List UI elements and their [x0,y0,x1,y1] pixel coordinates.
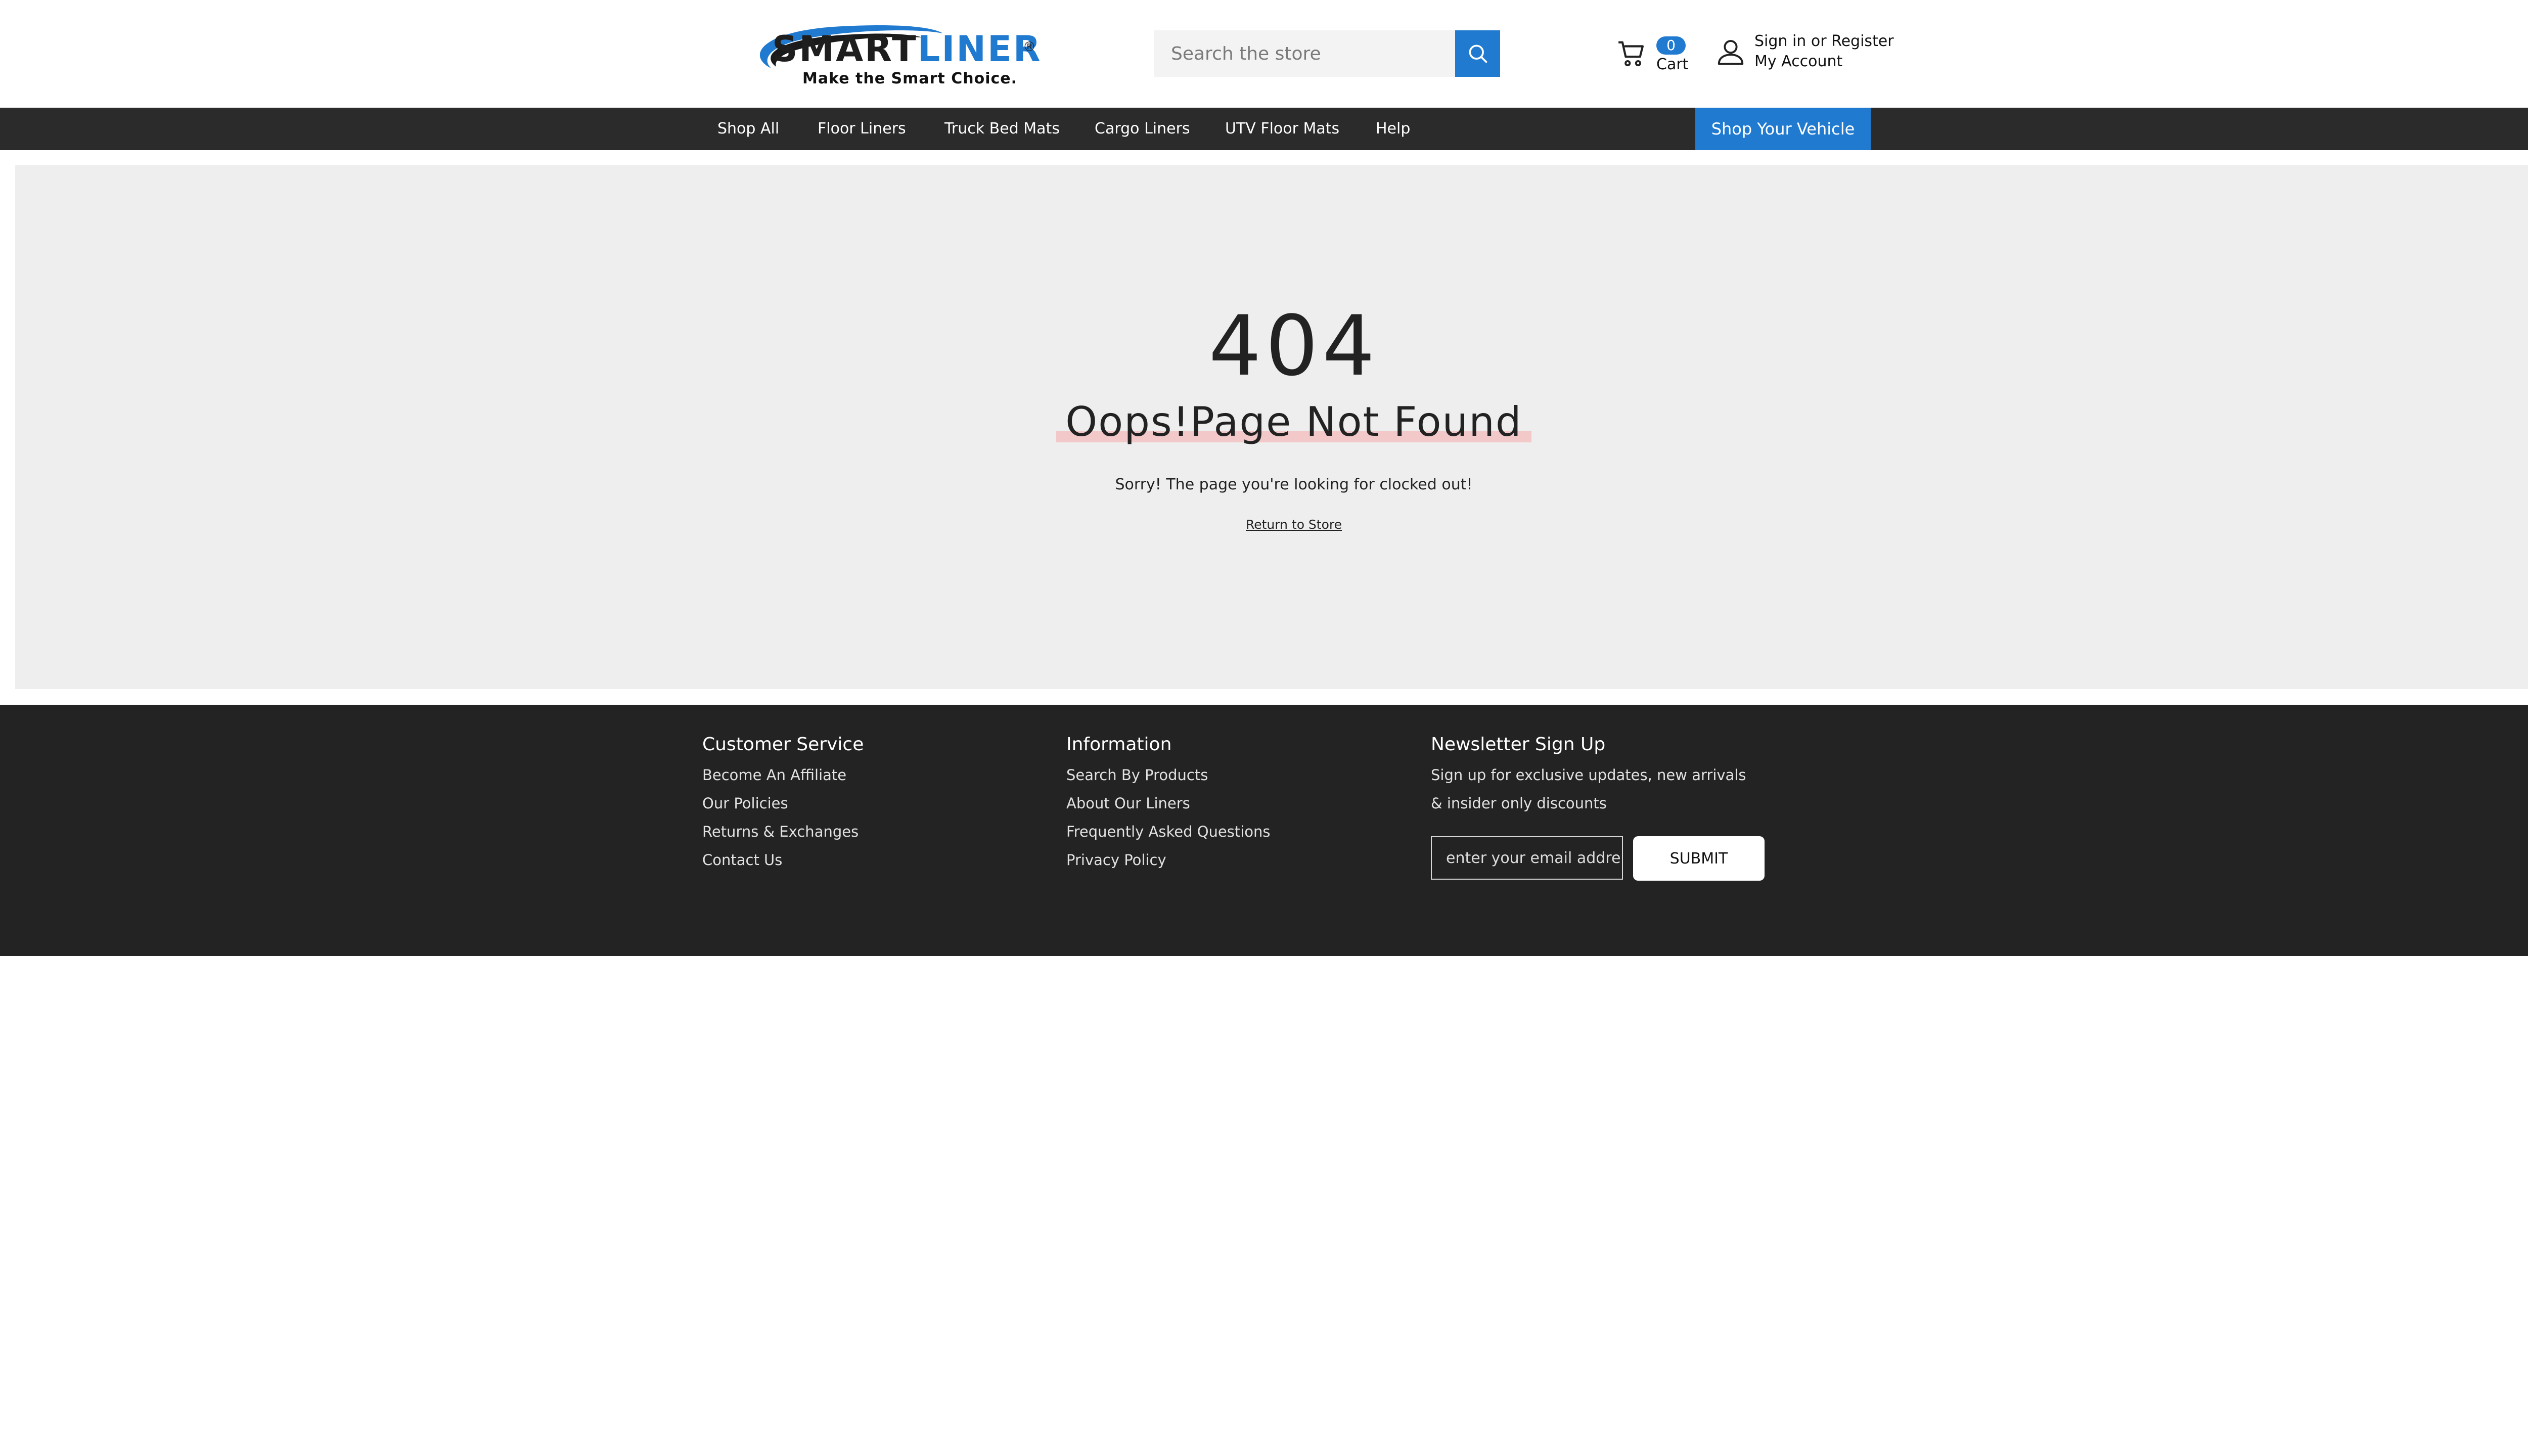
cart-button[interactable]: 0 Cart [1616,33,1692,74]
shop-your-vehicle-button[interactable]: Shop Your Vehicle [1695,108,1871,150]
error-heading: Oops!Page Not Found [1056,402,1531,442]
error-heading-wrap: Oops!Page Not Found [15,402,2528,442]
error-code: 404 [1208,298,1379,394]
nav-item-shop-all[interactable]: Shop All [717,108,779,150]
footer-heading-newsletter: Newsletter Sign Up [1431,734,1606,755]
nav-item-truck-bed-mats[interactable]: Truck Bed Mats [944,108,1060,150]
smartliner-logo[interactable]: SMARTLINER ® Make the Smart Choice. [741,20,1042,88]
return-to-store-link[interactable]: Return to Store [15,517,2528,532]
account-link[interactable]: Sign in or Register My Account [1715,31,1897,77]
footer-link-privacy[interactable]: Privacy Policy [1066,846,1271,874]
footer-information: Information Search By Products About Our… [1066,734,1271,874]
cart-count-badge: 0 [1656,36,1686,55]
footer-link-faq[interactable]: Frequently Asked Questions [1066,817,1271,846]
error-message: Sorry! The page you're looking for clock… [1115,476,1473,493]
footer-customer-service: Customer Service Become An Affiliate Our… [702,734,864,874]
site-header: SMARTLINER ® Make the Smart Choice. 0 Ca… [0,0,2528,108]
footer-heading-customer-service: Customer Service [702,734,864,755]
nav-item-floor-liners[interactable]: Floor Liners [818,108,906,150]
cart-icon [1618,41,1644,67]
sign-in-register-link[interactable]: Sign in or Register [1754,32,1894,50]
logo-registered-mark: ® [1023,39,1036,55]
user-icon [1718,40,1744,65]
footer-heading-information: Information [1066,734,1172,755]
nav-item-utv-floor-mats[interactable]: UTV Floor Mats [1225,108,1339,150]
newsletter-email-input[interactable] [1431,836,1623,880]
footer-link-contact[interactable]: Contact Us [702,846,864,874]
my-account-link[interactable]: My Account [1754,53,1842,70]
footer-link-affiliate[interactable]: Become An Affiliate [702,761,864,789]
footer-newsletter: Newsletter Sign Up Sign up for exclusive… [1431,734,1754,817]
footer-link-about-liners[interactable]: About Our Liners [1066,789,1271,817]
main-nav: Shop All Floor Liners Truck Bed Mats Car… [0,108,2528,150]
not-found-panel: 404 Oops!Page Not Found Sorry! The page … [15,165,2528,689]
logo-tagline: Make the Smart Choice. [802,70,1018,87]
footer-link-policies[interactable]: Our Policies [702,789,864,817]
search-input[interactable] [1154,30,1455,77]
newsletter-description: Sign up for exclusive updates, new arriv… [1431,766,1746,812]
search-icon [1469,44,1487,63]
logo-wordmark: SMARTLINER [772,31,1042,67]
nav-item-help[interactable]: Help [1376,108,1410,150]
nav-item-cargo-liners[interactable]: Cargo Liners [1095,108,1190,150]
footer-link-search-by-products[interactable]: Search By Products [1066,761,1271,789]
footer-link-returns[interactable]: Returns & Exchanges [702,817,864,846]
cart-label: Cart [1656,56,1689,73]
site-footer: Customer Service Become An Affiliate Our… [0,705,2528,956]
logo-word-smart: SMART [772,28,918,70]
newsletter-submit-button[interactable]: SUBMIT [1633,836,1765,881]
search-form [1154,30,1500,77]
search-button[interactable] [1455,30,1500,77]
